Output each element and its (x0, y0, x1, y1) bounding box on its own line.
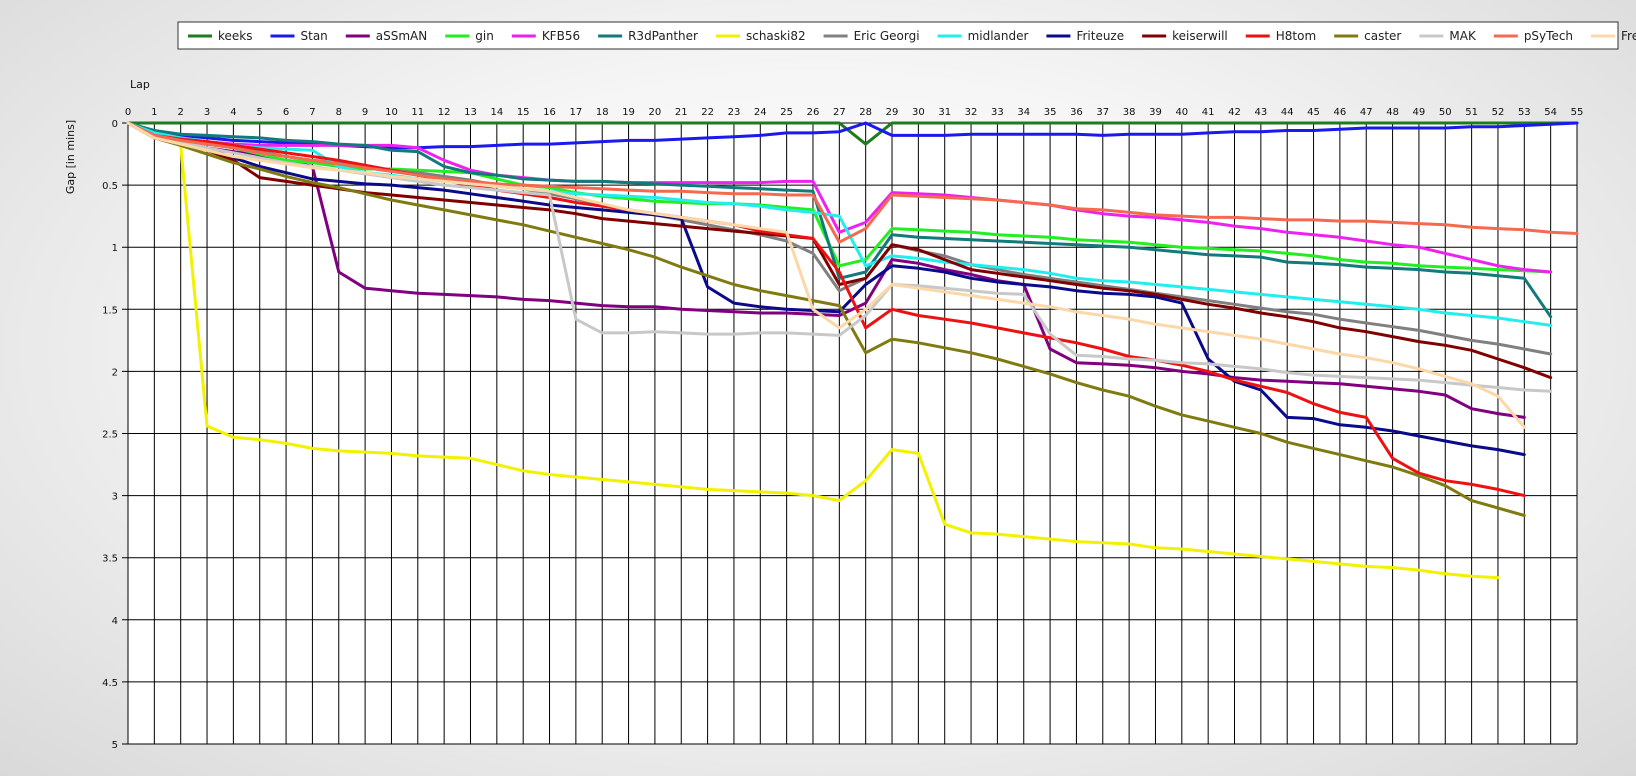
x-tick-label: 40 (1175, 107, 1188, 118)
x-tick-label: 14 (490, 107, 503, 118)
x-tick-label: 13 (464, 107, 477, 118)
legend-label: schaski82 (746, 29, 806, 43)
x-tick-label: 45 (1307, 107, 1320, 118)
x-tick-label: 6 (283, 107, 289, 118)
y-tick-label: 2.5 (102, 430, 118, 441)
x-tick-label: 44 (1281, 107, 1294, 118)
y-tick-label: 3 (112, 492, 118, 503)
x-tick-label: 15 (517, 107, 530, 118)
x-tick-label: 51 (1465, 107, 1478, 118)
x-tick-label: 21 (675, 107, 688, 118)
x-tick-label: 19 (622, 107, 635, 118)
legend-label: Fregger (1621, 29, 1636, 43)
legend-label: R3dPanther (628, 29, 698, 43)
x-tick-label: 5 (257, 107, 263, 118)
x-tick-label: 8 (336, 107, 342, 118)
x-tick-label: 33 (991, 107, 1004, 118)
x-tick-label: 25 (780, 107, 793, 118)
x-tick-label: 55 (1571, 107, 1584, 118)
y-tick-labels: 0 0.5 1 1.5 2 2.5 3 3.5 4 4.5 5 (102, 119, 118, 751)
x-tick-label: 35 (1044, 107, 1057, 118)
x-tick-label: 46 (1334, 107, 1347, 118)
legend-label: pSyTech (1524, 29, 1573, 43)
legend-label: midlander (968, 29, 1029, 43)
legend-label: aSSmAN (376, 29, 427, 43)
x-tick-label: 0 (125, 107, 131, 118)
x-tick-label: 22 (701, 107, 714, 118)
x-tick-label: 38 (1123, 107, 1136, 118)
x-tick-label: 1 (151, 107, 157, 118)
x-tick-label: 49 (1413, 107, 1426, 118)
x-tick-label: 41 (1202, 107, 1215, 118)
x-tick-label: 27 (833, 107, 846, 118)
x-tick-label: 50 (1439, 107, 1452, 118)
legend-label: keiserwill (1172, 29, 1228, 43)
x-tick-label: 20 (649, 107, 662, 118)
legend-label: keeks (218, 29, 253, 43)
y-tick-label: 0.5 (102, 181, 118, 192)
x-tick-label: 17 (570, 107, 583, 118)
x-tick-label: 16 (543, 107, 556, 118)
x-tick-label: 2 (178, 107, 184, 118)
x-tick-labels: 0 1 2 3 4 5 6 7 8 9 10 11 12 13 14 15 16 17 18 19 20 21 22 23 24… (125, 107, 1584, 118)
x-axis-title: Lap (130, 78, 150, 91)
x-tick-label: 11 (411, 107, 424, 118)
x-tick-label: 23 (728, 107, 741, 118)
x-tick-label: 37 (1096, 107, 1109, 118)
x-tick-label: 29 (886, 107, 899, 118)
y-tick-label: 0 (112, 119, 118, 130)
x-tick-label: 26 (807, 107, 820, 118)
y-tick-label: 2 (112, 367, 118, 378)
x-tick-label: 9 (362, 107, 368, 118)
lap-gap-chart: keeks Stan aSSmAN gin KFB56 R3dPanther schaski… (64, 21, 1636, 751)
legend: keeks Stan aSSmAN gin KFB56 R3dPanther schaski… (177, 21, 1636, 50)
x-tick-label: 24 (754, 107, 767, 118)
y-tick-label: 4 (112, 616, 118, 627)
x-tick-label: 12 (438, 107, 451, 118)
x-tick-label: 39 (1149, 107, 1162, 118)
x-tick-label: 18 (596, 107, 609, 118)
x-tick-label: 7 (309, 107, 315, 118)
x-tick-label: 34 (1017, 107, 1030, 118)
y-tick-label: 1.5 (102, 305, 118, 316)
x-tick-label: 10 (385, 107, 398, 118)
legend-label: Friteuze (1076, 29, 1124, 43)
x-tick-label: 42 (1228, 107, 1241, 118)
x-tick-label: 47 (1360, 107, 1373, 118)
x-tick-label: 52 (1492, 107, 1505, 118)
x-tick-label: 28 (859, 107, 872, 118)
x-tick-label: 36 (1070, 107, 1083, 118)
x-tick-label: 31 (938, 107, 951, 118)
x-tick-label: 48 (1386, 107, 1399, 118)
legend-label: Eric Georgi (854, 29, 920, 43)
y-tick-label: 1 (112, 243, 118, 254)
legend-label: H8tom (1276, 29, 1316, 43)
x-tick-label: 32 (965, 107, 978, 118)
y-tick-label: 5 (112, 740, 118, 751)
legend-label: KFB56 (542, 29, 580, 43)
x-tick-label: 30 (912, 107, 925, 118)
x-tick-label: 53 (1518, 107, 1531, 118)
legend-label: Stan (301, 29, 328, 43)
legend-label: MAK (1449, 29, 1477, 43)
y-tick-label: 3.5 (102, 554, 118, 565)
x-tick-label: 43 (1254, 107, 1267, 118)
x-tick-label: 4 (230, 107, 236, 118)
y-tick-label: 4.5 (102, 678, 118, 689)
x-tick-label: 3 (204, 107, 210, 118)
x-tick-label: 54 (1544, 107, 1557, 118)
legend-label: caster (1364, 29, 1401, 43)
legend-label: gin (475, 29, 494, 43)
y-axis-title: Gap [in mins] (64, 120, 77, 194)
